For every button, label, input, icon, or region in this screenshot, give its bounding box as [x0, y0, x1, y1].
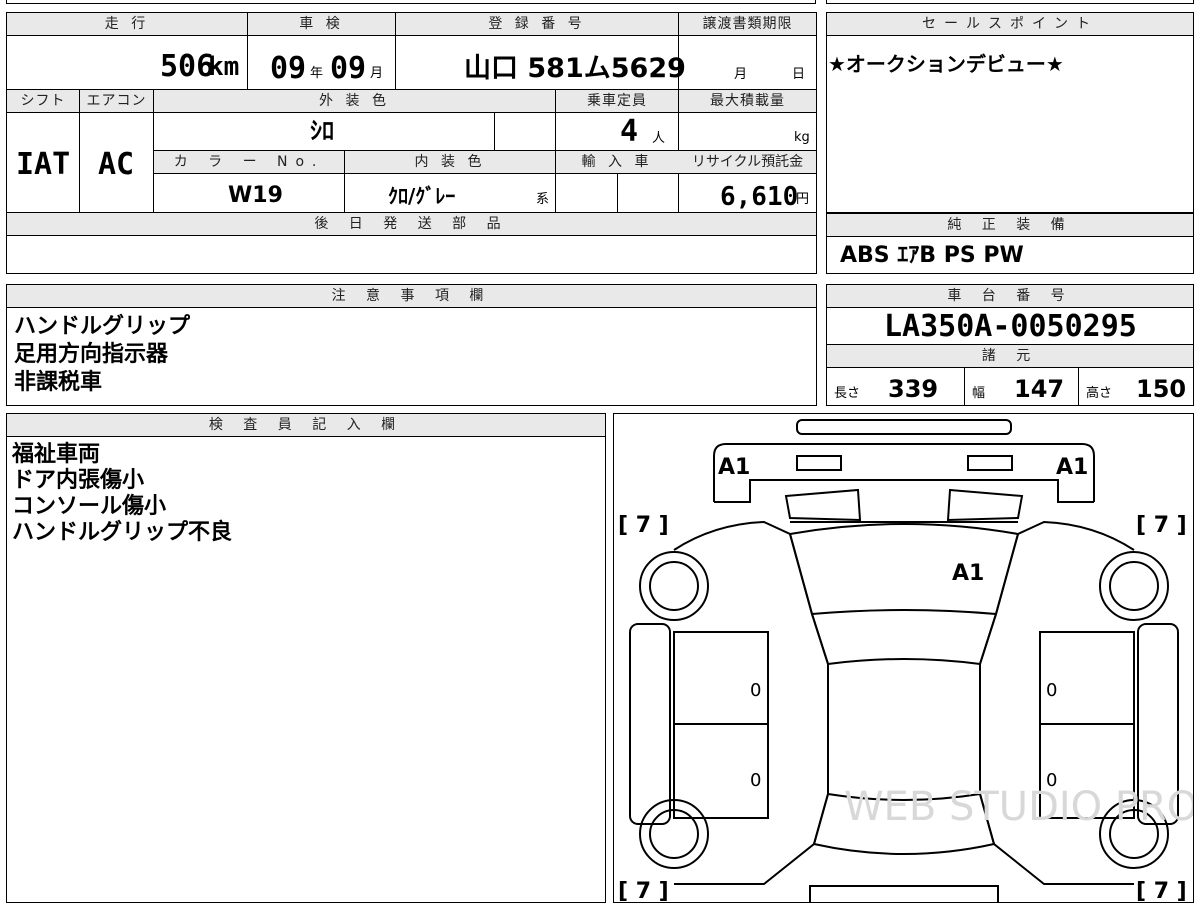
- top-stub-line-right: [826, 0, 1194, 4]
- car-diagram: A1 A1 A1 [ 7 ] [ 7 ] [ 7 ] [ 7 ] 0 0 0 0…: [618, 419, 1194, 903]
- later-parts-header: 後 日 発 送 部 品: [7, 214, 816, 234]
- inspector-header: 検 査 員 記 入 欄: [7, 415, 605, 435]
- recycle-fee-header: リサイクル預託金: [679, 152, 816, 172]
- interior-color-suffix: 系: [536, 192, 550, 207]
- equipment-header: 純 正 装 備: [827, 215, 1193, 235]
- mileage-unit: km: [208, 52, 240, 82]
- label-door-fl: 0: [750, 680, 761, 701]
- width-label: 幅: [972, 386, 986, 401]
- transfer-deadline-header: 譲渡書類期限: [679, 14, 816, 34]
- shift-header: シフト: [7, 91, 79, 111]
- sales-point-box: [826, 12, 1194, 213]
- label-front-right: A1: [1056, 455, 1088, 480]
- door-front-left: [673, 631, 769, 725]
- notes-line-1: ハンドルグリップ: [14, 314, 191, 339]
- registration-header: 登 録 番 号: [396, 14, 678, 34]
- color-no-header: カ ラ ー No.: [154, 152, 344, 172]
- label-tire-rr: [ 7 ]: [1136, 879, 1187, 903]
- inspection-year-unit: 年: [310, 66, 324, 81]
- wiper-left: [784, 488, 862, 522]
- chassis-value: LA350A-0050295: [884, 309, 1137, 344]
- transfer-day-unit: 日: [792, 67, 806, 82]
- top-stub-line: [6, 0, 816, 4]
- rear-bumper: [809, 885, 999, 902]
- capacity-value: 4: [620, 114, 639, 149]
- max-load-header: 最大積載量: [679, 91, 816, 111]
- sales-point-header: セールスポイント: [827, 14, 1193, 34]
- color-no-value: W19: [228, 183, 283, 208]
- notes-line-2: 足用方向指示器: [14, 342, 169, 367]
- interior-color-value: ｸﾛ/ｸﾞﾚｰ: [388, 184, 456, 208]
- inspector-line-2: ドア内張傷小: [12, 468, 145, 493]
- watermark: WEB STUDIO PRO: [844, 784, 1194, 830]
- capacity-header: 乗車定員: [556, 91, 678, 111]
- equipment-value: ABS ｴｱB PS PW: [840, 243, 1024, 268]
- label-door-rl: 0: [750, 770, 761, 791]
- car-diagram-box: A1 A1 A1 [ 7 ] [ 7 ] [ 7 ] [ 7 ] 0 0 0 0…: [613, 413, 1194, 903]
- inspector-line-1: 福祉車両: [12, 442, 101, 467]
- exterior-color-header: 外 装 色: [154, 91, 555, 111]
- inspector-line-3: コンソール傷小: [12, 494, 167, 519]
- specs-header: 諸 元: [827, 346, 1193, 366]
- wiper-right: [946, 488, 1024, 522]
- aircon-header: エアコン: [80, 91, 153, 111]
- label-tire-fl: [ 7 ]: [618, 513, 669, 538]
- inspection-year: 09: [270, 51, 307, 86]
- chassis-header: 車 台 番 号: [827, 286, 1193, 306]
- mileage-value: 506: [160, 49, 215, 84]
- recycle-fee-unit: 円: [796, 192, 810, 207]
- import-header: 輸 入 車: [556, 152, 678, 172]
- height-value: 150: [1136, 375, 1187, 403]
- sales-point-value: ★オークションデビュー★: [828, 52, 1064, 76]
- label-front-left: A1: [718, 455, 750, 480]
- notes-header: 注 意 事 項 欄: [7, 286, 816, 306]
- headlamp-right: [967, 455, 1013, 471]
- transfer-month-unit: 月: [734, 67, 748, 82]
- headlamp-left: [796, 455, 842, 471]
- roof: [827, 658, 981, 801]
- label-tire-fr: [ 7 ]: [1136, 513, 1187, 538]
- shift-value: IAT: [16, 147, 71, 182]
- interior-color-header: 内 装 色: [345, 152, 555, 172]
- mileage-header: 走 行: [7, 14, 247, 34]
- exterior-color-value: ｼﾛ: [310, 117, 334, 145]
- label-door-fr: 0: [1046, 680, 1057, 701]
- notes-line-3: 非課税車: [14, 370, 103, 395]
- height-label: 高さ: [1086, 386, 1113, 401]
- length-label: 長さ: [834, 386, 861, 401]
- inspection-month-unit: 月: [370, 66, 384, 81]
- length-value: 339: [888, 375, 939, 403]
- inspection-month: 09: [330, 51, 367, 86]
- label-hood: A1: [952, 561, 984, 586]
- width-value: 147: [1014, 375, 1065, 403]
- inspector-line-4: ハンドルグリップ不良: [12, 520, 233, 545]
- mirror-left: [629, 623, 671, 825]
- label-tire-rl: [ 7 ]: [618, 879, 669, 903]
- capacity-unit: 人: [652, 131, 666, 146]
- aircon-value: AC: [98, 147, 135, 182]
- front-bumper-bar: [796, 419, 1012, 435]
- registration-number: 山口 581ム5629: [464, 53, 686, 84]
- max-load-unit: kg: [794, 130, 810, 145]
- inspection-header: 車 検: [248, 14, 395, 34]
- door-front-right: [1039, 631, 1135, 725]
- front-outline: [713, 443, 1095, 502]
- recycle-fee-value: 6,610: [720, 182, 799, 212]
